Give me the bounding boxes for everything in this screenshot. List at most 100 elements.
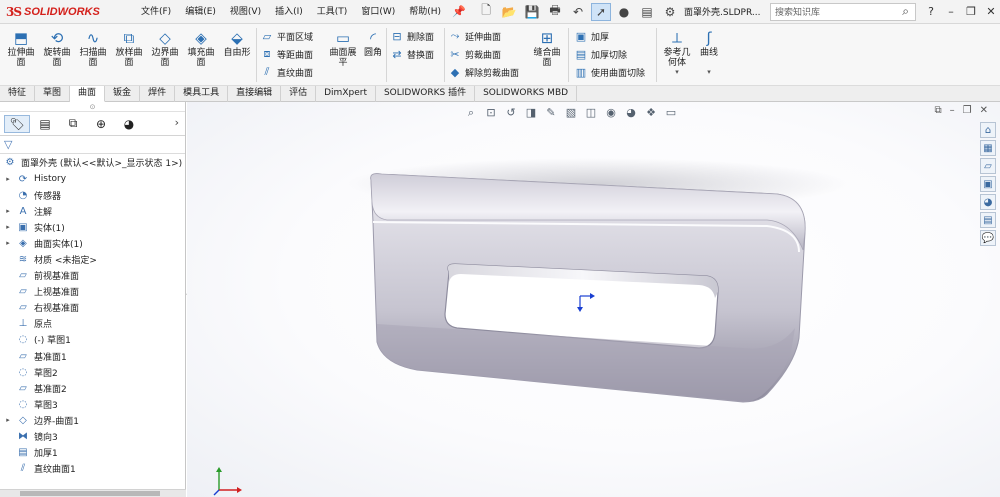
tree-item[interactable]: ◌ 草图2 [0,364,185,380]
menu-view[interactable]: 视图(V) [223,0,268,24]
panel-grip[interactable]: ⊙ [0,102,185,112]
graphics-area[interactable]: ⌕ ⊡ ↺ ◨ ✎ ▧ ◫ ◉ ◕ ❖ ▭ ⧉ – ❐ ✕ ⌂ ▦ ▱ ▣ ◕ … [187,102,1000,497]
expand-arrow-icon[interactable]: ▸ [0,207,16,215]
tree-item[interactable]: ▤ 加厚1 [0,445,185,461]
offset-surface-label: 等距曲面 [277,50,314,61]
curves-button[interactable]: ʃ 曲线 ▾ [692,28,726,84]
trim-surface-button[interactable]: ✂ 剪裁曲面 [448,45,501,63]
surface-cut-button[interactable]: ▥ 使用曲面切除 [574,63,645,81]
solidworks-logo[interactable]: 3S SOLIDWORKS [0,0,130,24]
print-icon[interactable]: 🖶 [545,3,565,21]
save-icon[interactable]: 💾 [522,3,542,21]
tab-mold-tools[interactable]: 模具工具 [175,86,229,102]
tree-item[interactable]: ⊥ 原点 [0,316,185,332]
tree-item[interactable]: ▱ 基准面2 [0,380,185,396]
tree-item[interactable]: ◌ 草图3 [0,396,185,412]
tab-dimxpert[interactable]: DimXpert [316,86,376,102]
tree-item[interactable]: ▱ 上视基准面 [0,284,185,300]
replace-face-button[interactable]: ⇄ 替换面 [390,45,434,63]
extend-surface-button[interactable]: ⤳ 延伸曲面 [448,27,501,45]
tab-evaluate[interactable]: 评估 [281,86,317,102]
expand-arrow-icon[interactable]: ▸ [0,239,16,247]
thickened-cut-button[interactable]: ▤ 加厚切除 [574,45,627,63]
select-icon[interactable]: ➚ [591,2,612,21]
fillet-button[interactable]: ◜ 圆角 [356,28,390,84]
file-properties-icon[interactable]: ▤ [637,3,657,21]
restore-icon[interactable]: ❐ [962,5,980,18]
search-icon[interactable]: ⌕ [902,4,909,19]
tree-item[interactable]: ▱ 基准面1 [0,348,185,364]
search-knowledge-base[interactable]: 搜索知识库 ⌕ [770,2,916,21]
tree-item[interactable]: ◔ 传感器 [0,187,185,203]
chevron-down-icon[interactable]: ▾ [675,68,679,76]
delete-face-button[interactable]: ⊟ 删除面 [390,27,434,45]
scrollbar-thumb[interactable] [20,491,160,496]
tab-sheet-metal[interactable]: 钣金 [105,86,141,102]
tree-item[interactable]: ▸ ◈ 曲面实体(1) [0,235,185,251]
tree-item[interactable]: ▸ ⟳ History [0,171,185,187]
tree-item[interactable]: ▸ A 注解 [0,203,185,219]
menu-file[interactable]: 文件(F) [134,0,178,24]
ruled-surface-button[interactable]: ⫽ 直纹曲面 [260,63,313,81]
thicken-button[interactable]: ▣ 加厚 [574,27,609,45]
tree-item[interactable]: ≋ 材质 <未指定> [0,251,185,267]
horizontal-scrollbar[interactable] [0,489,186,497]
menu-help[interactable]: 帮助(H) [402,0,448,24]
knit-surface-button[interactable]: ⊞ 缝合曲 面 [530,28,564,84]
tree-item-label: 注解 [34,207,53,218]
tab-weldments[interactable]: 焊件 [140,86,176,102]
tab-surfaces[interactable]: 曲面 [70,86,106,102]
revolve-surface-button[interactable]: ⟲ 旋转曲 面 [40,28,74,84]
tab-addins[interactable]: SOLIDWORKS 插件 [376,86,476,102]
tree-root[interactable]: ⚙ 面罩外壳 (默认<<默认>_显示状态 1>) [0,154,185,171]
tree-filter[interactable]: ▽ [0,136,185,154]
surface-body-icon: ◈ [19,237,27,249]
tree-item[interactable]: ⧓ 镜向3 [0,429,185,445]
configuration-manager-tab-icon[interactable]: ⧉ [60,115,86,133]
menu-insert[interactable]: 插入(I) [268,0,310,24]
loft-surface-button[interactable]: ⧉ 放样曲 面 [112,28,146,84]
open-icon[interactable]: 📂 [499,3,519,21]
menu-edit[interactable]: 编辑(E) [178,0,223,24]
tree-item[interactable]: ◌ (-) 草图1 [0,332,185,348]
expand-arrow-icon[interactable]: ▸ [0,175,16,183]
freeform-button[interactable]: ⬙ 自由形 [220,28,254,84]
new-icon[interactable]: 🗋 [476,3,496,21]
tree-item[interactable]: ▱ 右视基准面 [0,300,185,316]
tab-sketch[interactable]: 草图 [35,86,71,102]
minimize-icon[interactable]: – [942,5,960,18]
extrude-surface-button[interactable]: ⬒ 拉伸曲 面 [4,28,38,84]
shell-model[interactable] [187,102,1000,497]
expand-arrow-icon[interactable]: ▸ [0,416,16,424]
help-icon[interactable]: ? [922,5,940,18]
traffic-light-icon[interactable]: ● [614,3,634,21]
boundary-surface-button[interactable]: ◇ 边界曲 面 [148,28,182,84]
planar-surface-button[interactable]: ▱ 平面区域 [260,27,313,45]
undo-icon[interactable]: ↶ [568,3,588,21]
tab-direct-editing[interactable]: 直接编辑 [228,86,282,102]
tab-features[interactable]: 特征 [0,86,36,102]
feature-tree-tab-icon[interactable]: 🏷 [4,114,30,133]
chevron-right-icon[interactable]: › [175,116,179,129]
pin-menu-icon[interactable]: 📌 [448,5,470,18]
options-icon[interactable]: ⚙ [660,3,680,21]
search-input[interactable]: 搜索知识库 [775,5,820,18]
dimxpert-manager-tab-icon[interactable]: ⊕ [88,115,114,133]
tree-item[interactable]: ▸ ▣ 实体(1) [0,219,185,235]
display-manager-tab-icon[interactable]: ◕ [116,115,142,133]
property-manager-tab-icon[interactable]: ▤ [32,115,58,133]
filter-icon[interactable]: ▽ [4,138,12,151]
close-icon[interactable]: ✕ [982,5,1000,18]
expand-arrow-icon[interactable]: ▸ [0,223,16,231]
fill-surface-button[interactable]: ◈ 填充曲 面 [184,28,218,84]
menu-window[interactable]: 窗口(W) [354,0,402,24]
offset-surface-button[interactable]: ⧈ 等距曲面 [260,45,314,63]
tree-item[interactable]: ⫽ 直纹曲面1 [0,461,185,477]
sweep-surface-button[interactable]: ∿ 扫描曲 面 [76,28,110,84]
chevron-down-icon[interactable]: ▾ [707,68,711,76]
untrim-surface-button[interactable]: ◆ 解除剪裁曲面 [448,63,519,81]
menu-tools[interactable]: 工具(T) [310,0,355,24]
tree-item[interactable]: ▱ 前视基准面 [0,268,185,284]
tab-mbd[interactable]: SOLIDWORKS MBD [475,86,578,102]
tree-item[interactable]: ▸ ◇ 边界-曲面1 [0,412,185,428]
